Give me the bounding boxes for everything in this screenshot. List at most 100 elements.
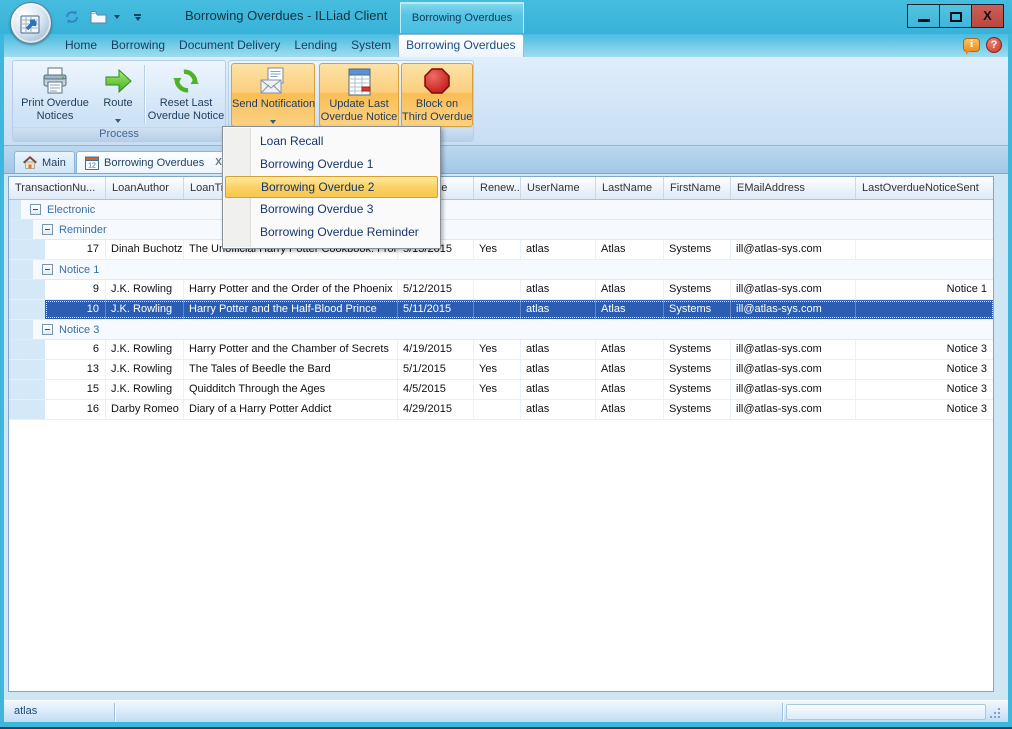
close-tab-icon[interactable]: X <box>215 157 222 168</box>
group-row-reminder[interactable]: Reminder <box>9 220 993 240</box>
folder-dropdown-icon[interactable] <box>114 15 120 19</box>
cell-username: atlas <box>521 280 596 299</box>
printer-icon <box>17 63 93 97</box>
cell-loanauthor: J.K. Rowling <box>106 340 184 359</box>
group-row-electronic[interactable]: Electronic <box>9 200 993 220</box>
group-indent <box>9 360 21 379</box>
status-username: atlas <box>14 705 37 717</box>
table-row[interactable]: 16Darby RomeoDiary of a Harry Potter Add… <box>9 400 993 420</box>
minimize-button[interactable] <box>907 4 940 28</box>
tab-borrowing-overdues[interactable]: 12 Borrowing Overdues X <box>76 151 231 173</box>
cell-renewalsallowed <box>474 400 521 419</box>
column-header-transactionnumber[interactable]: TransactionNu... <box>9 177 106 199</box>
help-icon[interactable]: ? <box>986 37 1002 53</box>
block-on-third-overdue-button[interactable]: Block on Third Overdue <box>401 63 473 127</box>
column-header-username[interactable]: UserName <box>521 177 596 199</box>
collapse-icon[interactable] <box>42 264 53 275</box>
group-indent <box>9 400 21 419</box>
status-scroll-panel[interactable] <box>786 704 986 720</box>
menu-item-borrowing-overdue-reminder[interactable]: Borrowing Overdue Reminder <box>223 221 440 244</box>
cell-renewalsallowed <box>474 280 521 299</box>
column-header-emailaddress[interactable]: EMailAddress <box>731 177 856 199</box>
group-indent <box>21 280 33 299</box>
cell-duedate: 4/29/2015 <box>398 400 474 419</box>
home-icon <box>23 156 37 169</box>
group-indent <box>33 240 45 259</box>
status-separator <box>114 703 115 721</box>
maximize-button[interactable] <box>939 4 972 28</box>
refresh-icon[interactable] <box>62 7 82 27</box>
ribbon-tab-home[interactable]: Home <box>58 34 104 57</box>
close-button[interactable]: X <box>971 4 1004 28</box>
group-indent <box>21 300 33 319</box>
cell-transactionnumber: 15 <box>45 380 106 399</box>
cell-firstname: Systems <box>664 340 731 359</box>
cell-firstname: Systems <box>664 300 731 319</box>
cell-loanauthor: J.K. Rowling <box>106 360 184 379</box>
group-indent <box>21 360 33 379</box>
resize-grip-icon[interactable] <box>990 706 1002 718</box>
tab-main[interactable]: Main <box>14 151 75 173</box>
table-row[interactable]: 6J.K. RowlingHarry Potter and the Chambe… <box>9 340 993 360</box>
cell-username: atlas <box>521 300 596 319</box>
ribbon-tab-lending[interactable]: Lending <box>287 34 344 57</box>
menu-item-borrowing-overdue-2[interactable]: Borrowing Overdue 2 <box>225 176 438 198</box>
reset-last-overdue-notice-button[interactable]: Reset Last Overdue Notice <box>146 63 226 127</box>
cell-lastname: Atlas <box>596 240 664 259</box>
group-row-notice-3[interactable]: Notice 3 <box>9 320 993 340</box>
table-row[interactable]: 9J.K. RowlingHarry Potter and the Order … <box>9 280 993 300</box>
column-header-lastoverduenoticesent[interactable]: LastOverdueNoticeSent <box>856 177 994 199</box>
ribbon-tab-borrowing[interactable]: Borrowing <box>104 34 172 57</box>
quick-access-toolbar <box>62 6 141 28</box>
window-title: Borrowing Overdues - ILLiad Client <box>185 8 387 23</box>
collapse-icon[interactable] <box>42 324 53 335</box>
menu-item-loan-recall[interactable]: Loan Recall <box>223 130 440 153</box>
tab-borrowing-overdues-label: Borrowing Overdues <box>104 157 204 169</box>
customize-quick-access-icon[interactable] <box>134 14 141 21</box>
cell-renewalsallowed: Yes <box>474 380 521 399</box>
cell-lastoverduenoticesent <box>856 240 994 259</box>
cell-username: atlas <box>521 360 596 379</box>
cell-loantitle: Quidditch Through the Ages <box>184 380 398 399</box>
group-label: Reminder <box>59 224 107 236</box>
menu-item-borrowing-overdue-3[interactable]: Borrowing Overdue 3 <box>223 198 440 221</box>
table-row[interactable]: 17Dinah BuchotzThe Unofficial Harry Pott… <box>9 240 993 260</box>
column-header-renewalsallowed[interactable]: Renew... <box>474 177 521 199</box>
ribbon-tab-document-delivery[interactable]: Document Delivery <box>172 34 287 57</box>
info-icon[interactable] <box>963 38 980 52</box>
grid-header-row: TransactionNu...LoanAuthorLoanTitleDueDa… <box>9 177 993 200</box>
column-header-loanauthor[interactable]: LoanAuthor <box>106 177 184 199</box>
contextual-tab-header: Borrowing Overdues <box>400 2 524 33</box>
tab-main-label: Main <box>42 157 66 169</box>
group-indent <box>9 320 21 339</box>
application-button[interactable] <box>10 2 52 44</box>
table-row[interactable]: 15J.K. RowlingQuidditch Through the Ages… <box>9 380 993 400</box>
table-row-selected[interactable]: 10J.K. RowlingHarry Potter and the Half-… <box>9 300 993 320</box>
route-arrow-icon <box>95 63 141 97</box>
group-row-notice-1[interactable]: Notice 1 <box>9 260 993 280</box>
column-header-lastname[interactable]: LastName <box>596 177 664 199</box>
collapse-icon[interactable] <box>30 204 41 215</box>
send-notification-button[interactable]: Send Notification <box>231 63 315 127</box>
update-notice-table-icon <box>320 64 398 98</box>
cell-loanauthor: Dinah Buchotz <box>106 240 184 259</box>
group-indent <box>33 360 45 379</box>
menu-item-borrowing-overdue-1[interactable]: Borrowing Overdue 1 <box>223 153 440 176</box>
folder-icon[interactable] <box>88 7 108 27</box>
group-indent <box>33 300 45 319</box>
collapse-icon[interactable] <box>42 224 53 235</box>
cell-loantitle: Harry Potter and the Order of the Phoeni… <box>184 280 398 299</box>
column-header-firstname[interactable]: FirstName <box>664 177 731 199</box>
group-indent <box>33 340 45 359</box>
cell-emailaddress: ill@atlas-sys.com <box>731 400 856 419</box>
update-last-overdue-notice-button[interactable]: Update Last Overdue Notice <box>319 63 399 127</box>
print-overdue-notices-button[interactable]: Print Overdue Notices <box>17 63 93 127</box>
group-indent <box>33 400 45 419</box>
ribbon-tab-borrowing-overdues[interactable]: Borrowing Overdues <box>398 34 523 57</box>
ribbon-tab-system[interactable]: System <box>344 34 398 57</box>
route-button[interactable]: Route <box>95 63 141 127</box>
ribbon-group-process: Print Overdue Notices Route <box>12 60 226 142</box>
table-row[interactable]: 13J.K. RowlingThe Tales of Beedle the Ba… <box>9 360 993 380</box>
cell-transactionnumber: 13 <box>45 360 106 379</box>
send-notification-menu: Loan RecallBorrowing Overdue 1Borrowing … <box>222 126 441 249</box>
